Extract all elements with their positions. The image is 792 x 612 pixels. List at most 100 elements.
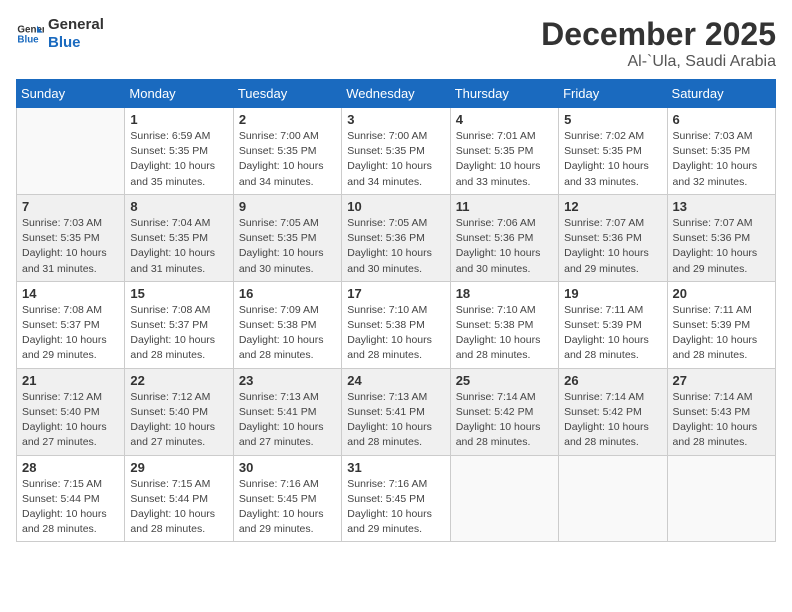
day-info: Sunrise: 7:03 AMSunset: 5:35 PMDaylight:… bbox=[22, 216, 119, 277]
calendar-cell: 15 Sunrise: 7:08 AMSunset: 5:37 PMDayligh… bbox=[125, 281, 233, 368]
day-number: 20 bbox=[673, 286, 770, 301]
day-number: 15 bbox=[130, 286, 227, 301]
calendar-cell: 25 Sunrise: 7:14 AMSunset: 5:42 PMDayligh… bbox=[450, 368, 558, 455]
calendar-cell bbox=[450, 455, 558, 542]
day-info: Sunrise: 7:10 AMSunset: 5:38 PMDaylight:… bbox=[347, 303, 444, 364]
day-info: Sunrise: 7:11 AMSunset: 5:39 PMDaylight:… bbox=[673, 303, 770, 364]
logo-text: General bbox=[48, 16, 104, 34]
day-info: Sunrise: 7:15 AMSunset: 5:44 PMDaylight:… bbox=[130, 477, 227, 538]
day-info: Sunrise: 7:15 AMSunset: 5:44 PMDaylight:… bbox=[22, 477, 119, 538]
calendar-cell bbox=[559, 455, 667, 542]
day-number: 2 bbox=[239, 112, 336, 127]
day-number: 30 bbox=[239, 460, 336, 475]
calendar-cell: 16Sunrise: 7:09 AMSunset: 5:38 PMDayligh… bbox=[233, 281, 341, 368]
day-info: Sunrise: 7:12 AMSunset: 5:40 PMDaylight:… bbox=[130, 390, 227, 451]
svg-text:Blue: Blue bbox=[17, 34, 39, 45]
calendar-week-row: 28 Sunrise: 7:15 AMSunset: 5:44 PMDayligh… bbox=[17, 455, 776, 542]
day-info: Sunrise: 7:02 AMSunset: 5:35 PMDaylight:… bbox=[564, 129, 661, 190]
logo-icon: General Blue bbox=[16, 20, 44, 48]
weekday-header-thursday: Thursday bbox=[450, 80, 558, 108]
day-info: Sunrise: 7:08 AMSunset: 5:37 PMDaylight:… bbox=[22, 303, 119, 364]
day-number: 9 bbox=[239, 199, 336, 214]
day-info: Sunrise: 7:00 AMSunset: 5:35 PMDaylight:… bbox=[347, 129, 444, 190]
day-number: 5 bbox=[564, 112, 661, 127]
logo: General Blue General Blue bbox=[16, 16, 104, 52]
weekday-header-row: SundayMondayTuesdayWednesdayThursdayFrid… bbox=[17, 80, 776, 108]
weekday-header-sunday: Sunday bbox=[17, 80, 125, 108]
weekday-header-friday: Friday bbox=[559, 80, 667, 108]
day-info: Sunrise: 7:07 AMSunset: 5:36 PMDaylight:… bbox=[673, 216, 770, 277]
day-number: 1 bbox=[130, 112, 227, 127]
day-info: Sunrise: 7:10 AMSunset: 5:38 PMDaylight:… bbox=[456, 303, 553, 364]
day-number: 8 bbox=[130, 199, 227, 214]
day-number: 29 bbox=[130, 460, 227, 475]
calendar-cell: 21 Sunrise: 7:12 AMSunset: 5:40 PMDayligh… bbox=[17, 368, 125, 455]
day-info: Sunrise: 7:16 AMSunset: 5:45 PMDaylight:… bbox=[347, 477, 444, 538]
day-number: 11 bbox=[456, 199, 553, 214]
day-number: 18 bbox=[456, 286, 553, 301]
day-info: Sunrise: 7:03 AMSunset: 5:35 PMDaylight:… bbox=[673, 129, 770, 190]
day-info: Sunrise: 7:00 AMSunset: 5:35 PMDaylight:… bbox=[239, 129, 336, 190]
calendar-cell: 5 Sunrise: 7:02 AMSunset: 5:35 PMDaylight… bbox=[559, 108, 667, 195]
calendar-cell: 20 Sunrise: 7:11 AMSunset: 5:39 PMDayligh… bbox=[667, 281, 775, 368]
calendar-table: SundayMondayTuesdayWednesdayThursdayFrid… bbox=[16, 79, 776, 542]
day-info: Sunrise: 7:12 AMSunset: 5:40 PMDaylight:… bbox=[22, 390, 119, 451]
calendar-week-row: 14 Sunrise: 7:08 AMSunset: 5:37 PMDayligh… bbox=[17, 281, 776, 368]
day-info: Sunrise: 7:09 AMSunset: 5:38 PMDaylight:… bbox=[239, 303, 336, 364]
day-info: Sunrise: 7:14 AMSunset: 5:43 PMDaylight:… bbox=[673, 390, 770, 451]
calendar-cell: 12Sunrise: 7:07 AMSunset: 5:36 PMDayligh… bbox=[559, 194, 667, 281]
title-block: December 2025 Al-`Ula, Saudi Arabia bbox=[541, 16, 776, 71]
day-info: Sunrise: 7:11 AMSunset: 5:39 PMDaylight:… bbox=[564, 303, 661, 364]
day-number: 26 bbox=[564, 373, 661, 388]
calendar-cell: 28 Sunrise: 7:15 AMSunset: 5:44 PMDayligh… bbox=[17, 455, 125, 542]
calendar-cell: 31 Sunrise: 7:16 AMSunset: 5:45 PMDayligh… bbox=[342, 455, 450, 542]
day-number: 21 bbox=[22, 373, 119, 388]
day-number: 17 bbox=[347, 286, 444, 301]
calendar-cell: 14 Sunrise: 7:08 AMSunset: 5:37 PMDayligh… bbox=[17, 281, 125, 368]
calendar-cell: 7 Sunrise: 7:03 AMSunset: 5:35 PMDaylight… bbox=[17, 194, 125, 281]
weekday-header-wednesday: Wednesday bbox=[342, 80, 450, 108]
calendar-cell: 13Sunrise: 7:07 AMSunset: 5:36 PMDayligh… bbox=[667, 194, 775, 281]
calendar-week-row: 7 Sunrise: 7:03 AMSunset: 5:35 PMDaylight… bbox=[17, 194, 776, 281]
day-number: 3 bbox=[347, 112, 444, 127]
day-number: 10 bbox=[347, 199, 444, 214]
day-info: Sunrise: 7:08 AMSunset: 5:37 PMDaylight:… bbox=[130, 303, 227, 364]
calendar-cell: 23Sunrise: 7:13 AMSunset: 5:41 PMDayligh… bbox=[233, 368, 341, 455]
day-info: Sunrise: 7:13 AMSunset: 5:41 PMDaylight:… bbox=[347, 390, 444, 451]
calendar-cell: 19Sunrise: 7:11 AMSunset: 5:39 PMDayligh… bbox=[559, 281, 667, 368]
calendar-cell: 29 Sunrise: 7:15 AMSunset: 5:44 PMDayligh… bbox=[125, 455, 233, 542]
calendar-cell: 2 Sunrise: 7:00 AMSunset: 5:35 PMDaylight… bbox=[233, 108, 341, 195]
month-year-title: December 2025 bbox=[541, 16, 776, 53]
calendar-cell: 11 Sunrise: 7:06 AMSunset: 5:36 PMDayligh… bbox=[450, 194, 558, 281]
day-info: Sunrise: 6:59 AMSunset: 5:35 PMDaylight:… bbox=[130, 129, 227, 190]
calendar-week-row: 21 Sunrise: 7:12 AMSunset: 5:40 PMDayligh… bbox=[17, 368, 776, 455]
calendar-cell: 27 Sunrise: 7:14 AMSunset: 5:43 PMDayligh… bbox=[667, 368, 775, 455]
day-number: 28 bbox=[22, 460, 119, 475]
day-number: 7 bbox=[22, 199, 119, 214]
day-info: Sunrise: 7:06 AMSunset: 5:36 PMDaylight:… bbox=[456, 216, 553, 277]
weekday-header-saturday: Saturday bbox=[667, 80, 775, 108]
day-info: Sunrise: 7:16 AMSunset: 5:45 PMDaylight:… bbox=[239, 477, 336, 538]
calendar-cell: 18 Sunrise: 7:10 AMSunset: 5:38 PMDayligh… bbox=[450, 281, 558, 368]
day-info: Sunrise: 7:14 AMSunset: 5:42 PMDaylight:… bbox=[456, 390, 553, 451]
day-number: 24 bbox=[347, 373, 444, 388]
day-number: 25 bbox=[456, 373, 553, 388]
calendar-cell bbox=[667, 455, 775, 542]
day-number: 6 bbox=[673, 112, 770, 127]
day-number: 14 bbox=[22, 286, 119, 301]
calendar-cell: 6 Sunrise: 7:03 AMSunset: 5:35 PMDaylight… bbox=[667, 108, 775, 195]
day-info: Sunrise: 7:05 AMSunset: 5:35 PMDaylight:… bbox=[239, 216, 336, 277]
day-number: 31 bbox=[347, 460, 444, 475]
day-number: 4 bbox=[456, 112, 553, 127]
day-number: 27 bbox=[673, 373, 770, 388]
day-info: Sunrise: 7:01 AMSunset: 5:35 PMDaylight:… bbox=[456, 129, 553, 190]
calendar-cell: 10 Sunrise: 7:05 AMSunset: 5:36 PMDayligh… bbox=[342, 194, 450, 281]
page-header: General Blue General Blue December 2025 … bbox=[16, 16, 776, 71]
location-subtitle: Al-`Ula, Saudi Arabia bbox=[541, 53, 776, 71]
calendar-cell: 1 Sunrise: 6:59 AMSunset: 5:35 PMDaylight… bbox=[125, 108, 233, 195]
day-info: Sunrise: 7:05 AMSunset: 5:36 PMDaylight:… bbox=[347, 216, 444, 277]
weekday-header-tuesday: Tuesday bbox=[233, 80, 341, 108]
day-info: Sunrise: 7:04 AMSunset: 5:35 PMDaylight:… bbox=[130, 216, 227, 277]
day-number: 12 bbox=[564, 199, 661, 214]
calendar-cell: 30 Sunrise: 7:16 AMSunset: 5:45 PMDayligh… bbox=[233, 455, 341, 542]
